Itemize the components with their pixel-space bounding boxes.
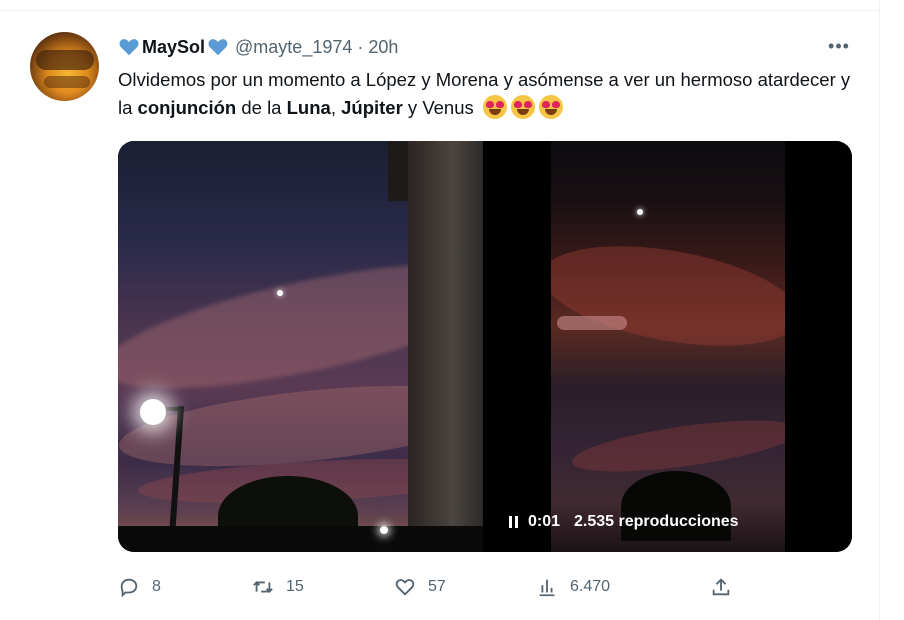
action-bar: 8 15 57 6.470 [118, 572, 858, 602]
text-bold: Luna [286, 97, 331, 118]
retweet-button[interactable]: 15 [252, 572, 304, 602]
like-count: 57 [428, 578, 446, 595]
retweet-icon [253, 581, 273, 593]
reply-count: 8 [152, 578, 161, 595]
blue-heart-icon [208, 39, 228, 56]
tweet-text: Olvidemos por un momento a López y Moren… [118, 66, 858, 122]
views-button[interactable]: 6.470 [536, 572, 610, 602]
video-time: 0:01 [528, 513, 561, 530]
sunset-photo[interactable] [118, 141, 483, 552]
separator-dot: · [357, 36, 364, 57]
tweet-card[interactable]: MaySol @mayte_1974 · 20h ••• Olvidemos p… [0, 0, 880, 620]
reply-button[interactable]: 8 [118, 572, 161, 602]
street-lamp [140, 399, 166, 425]
share-button[interactable] [710, 572, 732, 602]
heart-eyes-emoji [538, 95, 563, 119]
video-views: 2.535 reproducciones [574, 513, 739, 530]
more-icon[interactable]: ••• [826, 36, 852, 56]
planet-glow [637, 209, 643, 215]
views-icon [539, 579, 555, 597]
text-bold: Júpiter [341, 97, 403, 118]
media-grid: 0:01 2.535 reproducciones [118, 141, 852, 552]
like-button[interactable]: 57 [394, 572, 446, 602]
planet-glow [277, 290, 283, 296]
blue-heart-icon [119, 39, 139, 56]
video-player[interactable]: 0:01 2.535 reproducciones [487, 141, 852, 552]
avatar[interactable] [30, 32, 99, 101]
avatar-cloud-lower [44, 76, 90, 88]
share-icon [712, 578, 730, 596]
tweet-header: MaySol @mayte_1974 · 20h [118, 35, 398, 59]
text-part: , [330, 97, 342, 118]
heart-eyes-emoji [482, 95, 507, 119]
video-controls: 0:01 2.535 reproducciones [509, 509, 739, 535]
retweet-count: 15 [286, 578, 304, 595]
like-icon [395, 579, 415, 596]
views-count: 6.470 [570, 578, 611, 595]
reply-icon [120, 578, 138, 598]
tweet-time[interactable]: 20h [368, 37, 398, 58]
text-bold: conjunción [137, 97, 237, 118]
pause-icon[interactable] [509, 516, 518, 528]
author-name[interactable]: MaySol [142, 37, 205, 58]
author-handle[interactable]: @mayte_1974 [235, 37, 352, 58]
avatar-cloud [36, 50, 94, 70]
heart-eyes-emoji [510, 95, 535, 119]
divider [0, 10, 880, 11]
text-part: de la [236, 97, 287, 118]
video-frame [551, 141, 785, 552]
text-part: y Venus [402, 97, 479, 118]
